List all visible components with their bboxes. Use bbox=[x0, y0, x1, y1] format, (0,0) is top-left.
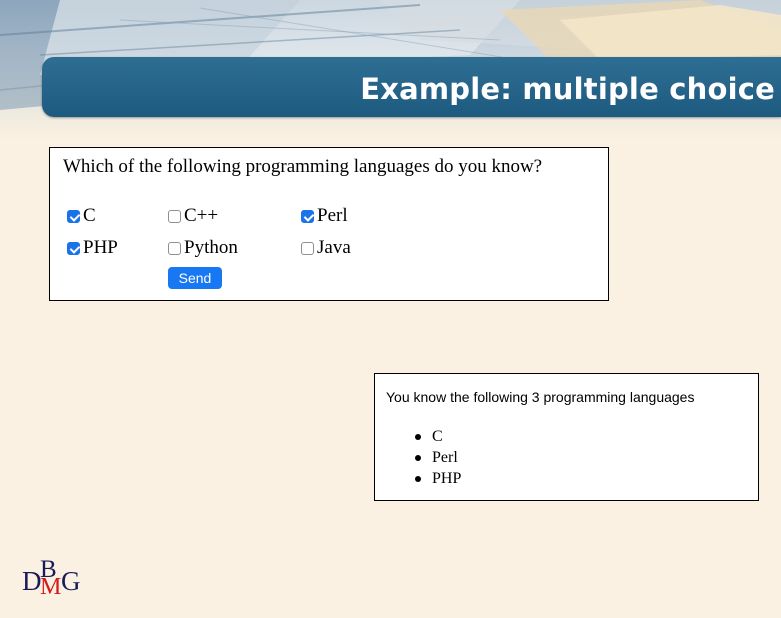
dbmg-logo: D B M G bbox=[22, 556, 92, 606]
form-question: Which of the following programming langu… bbox=[63, 156, 543, 177]
checkbox-php[interactable] bbox=[67, 241, 80, 255]
option-cpp[interactable]: C++ bbox=[168, 205, 218, 227]
option-perl[interactable]: Perl bbox=[301, 205, 348, 227]
checkbox-c[interactable] bbox=[67, 209, 80, 223]
logo-letter-g: G bbox=[61, 566, 81, 596]
checkbox-python[interactable] bbox=[168, 241, 181, 255]
option-python[interactable]: Python bbox=[168, 237, 238, 259]
send-button[interactable]: Send bbox=[168, 267, 222, 289]
result-message: You know the following 3 programming lan… bbox=[386, 389, 695, 405]
option-label-php: PHP bbox=[83, 237, 118, 258]
checkbox-perl[interactable] bbox=[301, 209, 314, 223]
result-list: C Perl PHP bbox=[415, 426, 461, 489]
checkbox-java[interactable] bbox=[301, 241, 314, 255]
list-item: Perl bbox=[415, 447, 461, 468]
language-form: Which of the following programming langu… bbox=[49, 147, 609, 301]
option-java[interactable]: Java bbox=[301, 237, 351, 259]
option-label-java: Java bbox=[317, 237, 351, 258]
option-label-c: C bbox=[83, 205, 96, 226]
option-php[interactable]: PHP bbox=[67, 237, 118, 259]
list-item: C bbox=[415, 426, 461, 447]
option-label-perl: Perl bbox=[317, 205, 348, 226]
result-panel: You know the following 3 programming lan… bbox=[374, 373, 759, 501]
option-label-python: Python bbox=[184, 237, 238, 258]
option-c[interactable]: C bbox=[67, 205, 96, 227]
option-label-cpp: C++ bbox=[184, 205, 219, 226]
slide-title-bar: Example: multiple choice bbox=[42, 57, 781, 117]
slide-title: Example: multiple choice bbox=[360, 72, 775, 106]
checkbox-cpp[interactable] bbox=[168, 209, 181, 223]
logo-letter-m: M bbox=[40, 574, 62, 600]
list-item: PHP bbox=[415, 468, 461, 489]
logo-letter-d: D bbox=[22, 566, 42, 596]
